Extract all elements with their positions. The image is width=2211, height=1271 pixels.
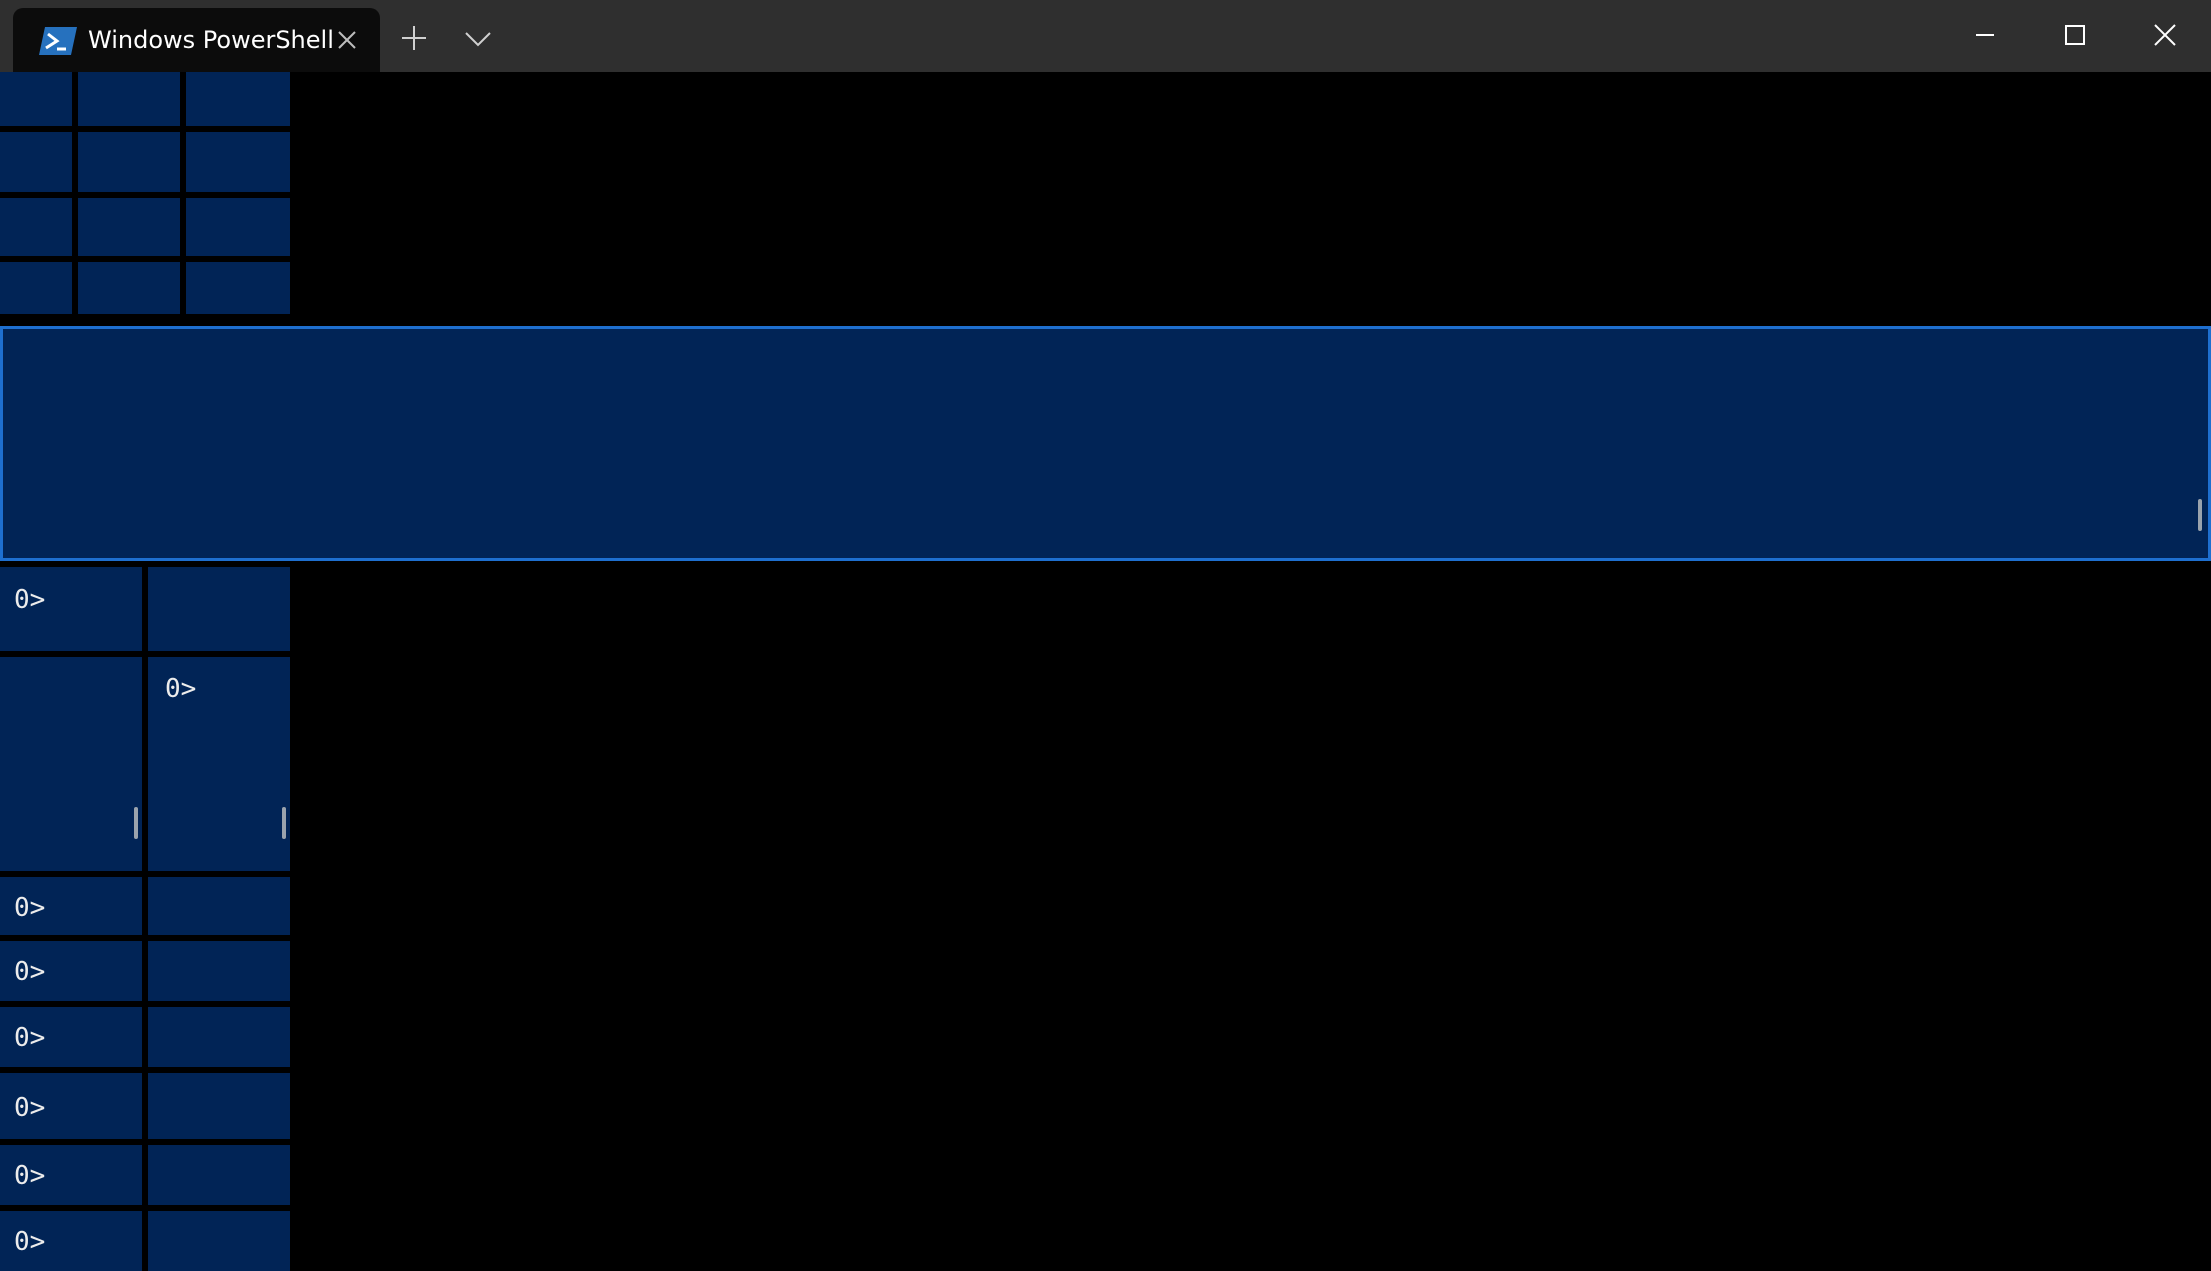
- prompt-text: 0>: [14, 893, 46, 923]
- terminal-pane[interactable]: [0, 72, 72, 126]
- terminal-pane[interactable]: [148, 1073, 290, 1139]
- terminal-pane[interactable]: [78, 198, 180, 256]
- scrollbar-thumb[interactable]: [2198, 499, 2202, 531]
- chevron-down-icon: [465, 32, 491, 47]
- terminal-pane[interactable]: [148, 877, 290, 935]
- terminal-pane[interactable]: [0, 657, 142, 871]
- minimize-icon: [1976, 34, 1994, 36]
- terminal-pane[interactable]: 0>: [148, 657, 290, 871]
- terminal-pane[interactable]: [148, 1145, 290, 1205]
- prompt-text: 0>: [14, 1023, 46, 1053]
- prompt-text: 0>: [165, 674, 197, 704]
- terminal-pane[interactable]: [0, 262, 72, 314]
- terminal-pane[interactable]: [78, 132, 180, 192]
- plus-icon: [402, 26, 426, 50]
- prompt-text: 0>: [14, 585, 46, 615]
- terminal-window: Windows PowerShell 0> 0> 0> 0> 0> 0> 0> …: [0, 0, 2211, 1271]
- new-tab-dropdown-button[interactable]: [458, 18, 498, 58]
- close-icon: [2154, 24, 2176, 46]
- prompt-text: 0>: [14, 957, 46, 987]
- terminal-pane[interactable]: [148, 1007, 290, 1067]
- title-bar[interactable]: Windows PowerShell: [0, 0, 2211, 72]
- terminal-pane[interactable]: 0>: [0, 941, 142, 1001]
- prompt-text: 0>: [14, 1227, 46, 1257]
- terminal-pane[interactable]: [148, 941, 290, 1001]
- powershell-icon: [37, 25, 79, 57]
- maximize-button[interactable]: [2030, 0, 2120, 72]
- scrollbar-thumb[interactable]: [282, 807, 286, 839]
- terminal-pane[interactable]: [148, 567, 290, 651]
- terminal-pane[interactable]: [186, 198, 290, 256]
- terminal-pane[interactable]: [186, 262, 290, 314]
- terminal-pane[interactable]: [148, 1211, 290, 1271]
- tab-windows-powershell[interactable]: Windows PowerShell: [13, 8, 380, 72]
- terminal-pane[interactable]: 0>: [0, 567, 142, 651]
- terminal-pane[interactable]: [0, 132, 72, 192]
- terminal-pane[interactable]: 0>: [0, 1073, 142, 1139]
- terminal-pane[interactable]: 0>: [0, 877, 142, 935]
- terminal-pane[interactable]: 0>: [0, 1211, 142, 1271]
- terminal-pane[interactable]: [78, 72, 180, 126]
- terminal-pane[interactable]: 0>: [0, 1145, 142, 1205]
- active-terminal-pane[interactable]: [0, 326, 2211, 561]
- terminal-pane[interactable]: [186, 72, 290, 126]
- terminal-pane[interactable]: [78, 262, 180, 314]
- terminal-content[interactable]: 0> 0> 0> 0> 0> 0> 0> 0>: [0, 72, 2211, 1271]
- prompt-text: 0>: [14, 1093, 46, 1123]
- scrollbar-thumb[interactable]: [134, 807, 138, 839]
- maximize-icon: [2065, 25, 2085, 45]
- terminal-pane[interactable]: [186, 132, 290, 192]
- terminal-pane[interactable]: [0, 198, 72, 256]
- prompt-text: 0>: [14, 1161, 46, 1191]
- minimize-button[interactable]: [1940, 0, 2030, 72]
- tab-title: Windows PowerShell: [88, 26, 334, 54]
- terminal-pane[interactable]: 0>: [0, 1007, 142, 1067]
- tab-close-icon[interactable]: [329, 22, 365, 58]
- new-tab-button[interactable]: [394, 18, 434, 58]
- close-window-button[interactable]: [2120, 0, 2210, 72]
